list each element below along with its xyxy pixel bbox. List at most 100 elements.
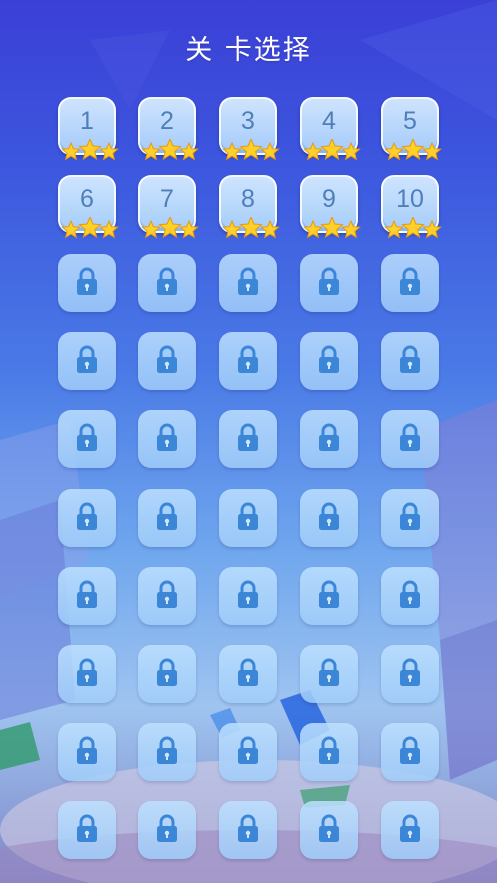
locked-level-tile[interactable] xyxy=(300,410,358,468)
locked-level-tile[interactable] xyxy=(381,801,439,859)
lock-icon xyxy=(400,502,420,530)
star-icon xyxy=(422,219,442,239)
star-icon xyxy=(422,141,442,161)
locked-level-tile[interactable] xyxy=(138,567,196,625)
lock-icon xyxy=(157,580,177,608)
lock-icon xyxy=(238,423,258,451)
level-grid: 1 2 3 4 5 6 7 8 9 10 xyxy=(0,0,497,883)
locked-level-tile[interactable] xyxy=(58,645,116,703)
locked-level-tile[interactable] xyxy=(300,254,358,312)
locked-level-tile[interactable] xyxy=(219,801,277,859)
locked-level-tile[interactable] xyxy=(138,723,196,781)
locked-level-tile[interactable] xyxy=(381,567,439,625)
level-number: 8 xyxy=(241,185,255,213)
star-rating xyxy=(61,139,119,161)
lock-icon xyxy=(319,267,339,295)
star-icon xyxy=(401,139,425,160)
star-rating xyxy=(303,217,361,239)
lock-icon xyxy=(319,580,339,608)
locked-level-tile[interactable] xyxy=(138,801,196,859)
locked-level-tile[interactable] xyxy=(300,645,358,703)
level-number: 1 xyxy=(80,107,94,135)
locked-level-tile[interactable] xyxy=(219,567,277,625)
lock-icon xyxy=(157,423,177,451)
level-number: 5 xyxy=(403,107,417,135)
lock-icon xyxy=(238,502,258,530)
lock-icon xyxy=(77,580,97,608)
locked-level-tile[interactable] xyxy=(138,645,196,703)
locked-level-tile[interactable] xyxy=(300,801,358,859)
level-button-4[interactable]: 4 xyxy=(300,97,361,161)
locked-level-tile[interactable] xyxy=(381,645,439,703)
lock-icon xyxy=(77,814,97,842)
locked-level-tile[interactable] xyxy=(381,410,439,468)
locked-level-tile[interactable] xyxy=(58,801,116,859)
locked-level-tile[interactable] xyxy=(138,254,196,312)
star-rating xyxy=(141,139,199,161)
level-button-7[interactable]: 7 xyxy=(138,175,199,239)
locked-level-tile[interactable] xyxy=(300,489,358,547)
locked-level-tile[interactable] xyxy=(300,723,358,781)
locked-level-tile[interactable] xyxy=(138,332,196,390)
lock-icon xyxy=(157,345,177,373)
locked-level-tile[interactable] xyxy=(58,723,116,781)
level-button-6[interactable]: 6 xyxy=(58,175,119,239)
level-number: 3 xyxy=(241,107,255,135)
level-button-9[interactable]: 9 xyxy=(300,175,361,239)
locked-level-tile[interactable] xyxy=(58,489,116,547)
star-icon xyxy=(158,217,182,238)
star-icon xyxy=(303,141,323,161)
star-icon xyxy=(99,219,119,239)
level-button-2[interactable]: 2 xyxy=(138,97,199,161)
locked-level-tile[interactable] xyxy=(300,332,358,390)
star-icon xyxy=(260,141,280,161)
level-button-8[interactable]: 8 xyxy=(219,175,280,239)
level-button-3[interactable]: 3 xyxy=(219,97,280,161)
star-rating xyxy=(384,139,442,161)
locked-level-tile[interactable] xyxy=(219,645,277,703)
level-button-10[interactable]: 10 xyxy=(381,175,442,239)
locked-level-tile[interactable] xyxy=(219,489,277,547)
level-number: 6 xyxy=(80,185,94,213)
star-icon xyxy=(341,141,361,161)
locked-level-tile[interactable] xyxy=(300,567,358,625)
lock-icon xyxy=(157,502,177,530)
star-icon xyxy=(179,219,199,239)
locked-level-tile[interactable] xyxy=(58,567,116,625)
locked-level-tile[interactable] xyxy=(219,332,277,390)
level-button-5[interactable]: 5 xyxy=(381,97,442,161)
lock-icon xyxy=(157,736,177,764)
lock-icon xyxy=(238,736,258,764)
level-number: 4 xyxy=(322,107,336,135)
star-icon xyxy=(141,141,161,161)
locked-level-tile[interactable] xyxy=(138,489,196,547)
star-icon xyxy=(61,219,81,239)
level-button-1[interactable]: 1 xyxy=(58,97,119,161)
locked-level-tile[interactable] xyxy=(381,254,439,312)
lock-icon xyxy=(238,658,258,686)
locked-level-tile[interactable] xyxy=(58,332,116,390)
locked-level-tile[interactable] xyxy=(219,410,277,468)
star-icon xyxy=(158,139,182,160)
locked-level-tile[interactable] xyxy=(219,254,277,312)
lock-icon xyxy=(400,267,420,295)
locked-level-tile[interactable] xyxy=(58,254,116,312)
star-icon xyxy=(78,217,102,238)
lock-icon xyxy=(77,502,97,530)
star-icon xyxy=(401,217,425,238)
lock-icon xyxy=(319,814,339,842)
locked-level-tile[interactable] xyxy=(58,410,116,468)
locked-level-tile[interactable] xyxy=(381,332,439,390)
lock-icon xyxy=(400,814,420,842)
locked-level-tile[interactable] xyxy=(381,489,439,547)
locked-level-tile[interactable] xyxy=(138,410,196,468)
locked-level-tile[interactable] xyxy=(219,723,277,781)
star-icon xyxy=(303,219,323,239)
lock-icon xyxy=(77,658,97,686)
lock-icon xyxy=(400,345,420,373)
star-icon xyxy=(239,217,263,238)
lock-icon xyxy=(319,736,339,764)
lock-icon xyxy=(238,580,258,608)
star-icon xyxy=(384,141,404,161)
locked-level-tile[interactable] xyxy=(381,723,439,781)
